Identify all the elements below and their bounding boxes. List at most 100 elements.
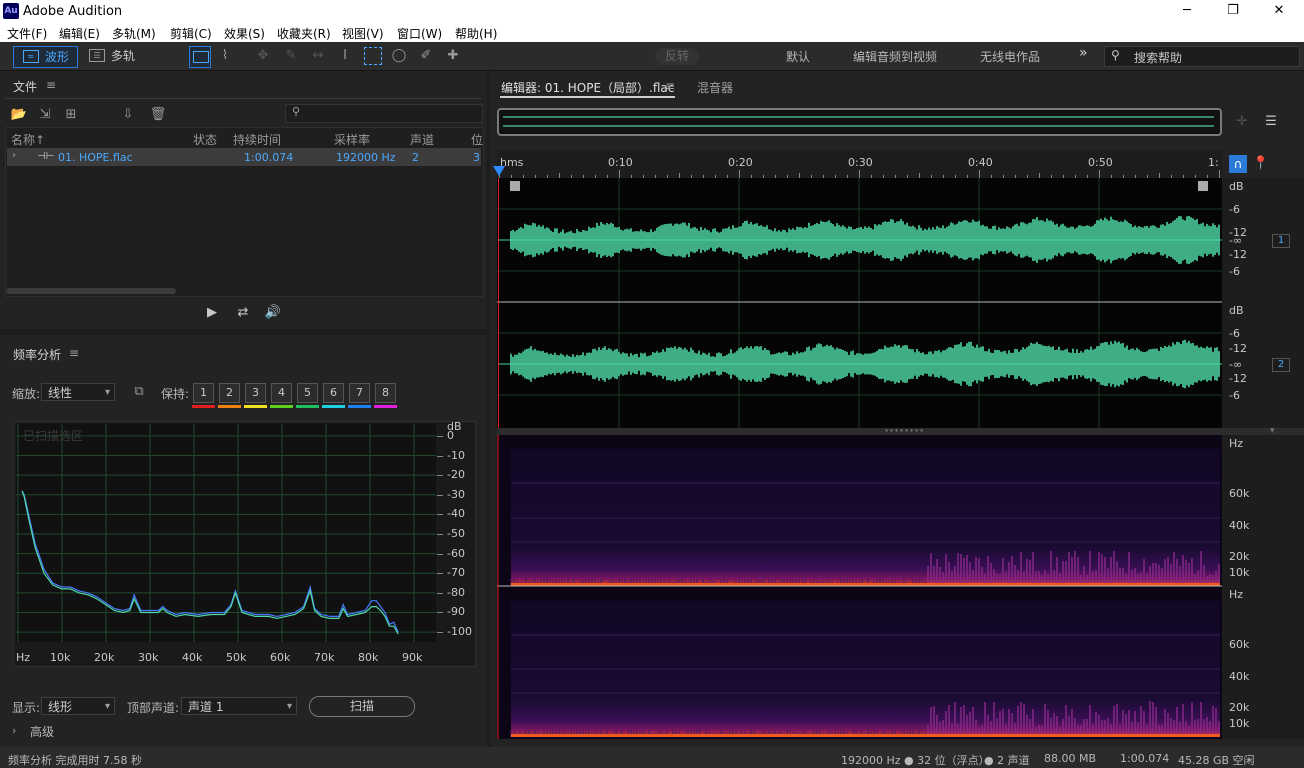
status-duration: 1:00.074: [1120, 752, 1170, 765]
expand-chevron-icon[interactable]: ›: [12, 150, 16, 161]
zoom-target-icon[interactable]: ✛: [1233, 113, 1251, 131]
hz-label-ch2: Hz: [1229, 588, 1244, 601]
overview-navigator[interactable]: [497, 108, 1222, 136]
maximize-button[interactable]: ❐: [1210, 0, 1256, 22]
playhead-marker-icon[interactable]: [493, 166, 505, 176]
reverse-button[interactable]: 反转: [655, 48, 699, 65]
panel-menu-icon[interactable]: ☰: [1262, 113, 1280, 131]
y-tick-label: -20: [447, 468, 465, 481]
hz-label-ch2: 10k: [1229, 717, 1250, 730]
hold-button-4[interactable]: 4: [271, 383, 292, 403]
slip-tool-icon[interactable]: ↔: [309, 47, 327, 65]
time-selection-tool-icon[interactable]: I: [336, 47, 354, 65]
hold-button-6[interactable]: 6: [323, 383, 344, 403]
search-input[interactable]: 搜索帮助: [1134, 49, 1182, 66]
y-tick-label: -80: [447, 586, 465, 599]
marquee-tool-icon[interactable]: [364, 47, 382, 65]
more-workspaces-button[interactable]: »: [1079, 45, 1088, 61]
y-tick-label: 0: [447, 429, 454, 442]
auto-play-icon[interactable]: 🔊: [264, 304, 282, 322]
workspace-radio-production[interactable]: 无线电作品: [980, 48, 1040, 65]
menu-favorites[interactable]: 收藏夹(R): [277, 25, 331, 42]
minimize-button[interactable]: ─: [1164, 0, 1210, 22]
y-tick-label: -60: [447, 547, 465, 560]
ruler-tick: [979, 170, 980, 178]
insert-multitrack-icon[interactable]: ⇩: [119, 106, 137, 124]
x-tick-label: 40k: [182, 651, 203, 664]
files-panel-menu-icon[interactable]: ≡: [46, 78, 56, 92]
workspace-edit-audio-to-video[interactable]: 编辑音频到视频: [853, 48, 937, 65]
menu-view[interactable]: 视图(V): [342, 25, 384, 42]
fade-in-handle-icon[interactable]: [510, 181, 520, 191]
frequency-analysis-menu-icon[interactable]: ≡: [69, 346, 79, 360]
waveform-display-toggle[interactable]: [189, 46, 211, 68]
import-file-icon[interactable]: ⇲: [36, 106, 54, 124]
move-tool-icon[interactable]: ✥: [254, 47, 272, 65]
column-bits[interactable]: 位: [471, 131, 483, 148]
y-tick-mark: [437, 632, 443, 633]
hold-color-bar-6: [322, 405, 345, 408]
loop-play-icon[interactable]: ⇄: [234, 304, 252, 322]
razor-tool-icon[interactable]: ✎: [282, 47, 300, 65]
close-button[interactable]: ✕: [1256, 0, 1302, 22]
hold-button-3[interactable]: 3: [245, 383, 266, 403]
zoom-select[interactable]: 线性 ▾: [41, 383, 115, 401]
brush-tool-icon[interactable]: ✐: [417, 47, 435, 65]
column-status[interactable]: 状态: [193, 131, 217, 148]
ruler-tick: [619, 170, 620, 178]
fade-out-handle-icon[interactable]: [1198, 181, 1208, 191]
lasso-tool-icon[interactable]: ◯: [390, 47, 408, 65]
healing-tool-icon[interactable]: ✚: [444, 47, 462, 65]
play-icon[interactable]: ▶: [203, 304, 221, 322]
workspace-default[interactable]: 默认: [786, 48, 810, 65]
hold-button-5[interactable]: 5: [297, 383, 318, 403]
menu-file[interactable]: 文件(F): [7, 25, 47, 42]
hz-label-ch2: 20k: [1229, 701, 1250, 714]
x-tick-label: 50k: [226, 651, 247, 664]
tab-editor[interactable]: 编辑器: 01. HOPE（局部）.flac: [501, 79, 674, 96]
delete-file-icon[interactable]: 🗑: [149, 106, 167, 124]
y-tick-mark: [437, 514, 443, 515]
editor-menu-icon[interactable]: ≡: [665, 79, 675, 93]
menu-window[interactable]: 窗口(W): [397, 25, 442, 42]
display-select[interactable]: 线形 ▾: [41, 697, 115, 715]
tab-mixer[interactable]: 混音器: [697, 79, 733, 96]
waveform-view-button[interactable]: ≈ 波形: [13, 46, 78, 68]
column-sample-rate[interactable]: 采样率: [334, 131, 370, 148]
y-tick-mark: [437, 456, 443, 457]
advanced-chevron-icon[interactable]: ›: [12, 724, 16, 737]
menu-help[interactable]: 帮助(H): [455, 25, 497, 42]
pin-icon[interactable]: 📍: [1252, 155, 1270, 173]
menu-multitrack[interactable]: 多轨(M): [112, 25, 156, 42]
hold-button-8[interactable]: 8: [375, 383, 396, 403]
hold-button-2[interactable]: 2: [219, 383, 240, 403]
help-search-box[interactable]: ⚲ 搜索帮助: [1104, 46, 1300, 67]
open-file-icon[interactable]: 📂: [10, 106, 28, 124]
scan-button[interactable]: 扫描: [309, 696, 415, 717]
menu-clip[interactable]: 剪辑(C): [170, 25, 212, 42]
advanced-label[interactable]: 高级: [30, 723, 54, 740]
column-name[interactable]: 名称↑: [11, 131, 45, 148]
snapshot-icon[interactable]: ⧉: [130, 383, 148, 401]
hold-button-1[interactable]: 1: [193, 383, 214, 403]
hold-button-7[interactable]: 7: [349, 383, 370, 403]
menu-edit[interactable]: 编辑(E): [59, 25, 100, 42]
column-channels[interactable]: 声道: [410, 131, 434, 148]
column-duration[interactable]: 持续时间: [233, 131, 281, 148]
x-tick-label: Hz: [16, 651, 31, 664]
x-tick-label: 70k: [314, 651, 335, 664]
menu-effects[interactable]: 效果(S): [224, 25, 265, 42]
top-channel-select[interactable]: 声道 1 ▾: [181, 697, 297, 715]
files-search-input[interactable]: ⚲: [285, 104, 483, 123]
spectral-display-icon[interactable]: ⌇: [216, 47, 234, 65]
hz-label-ch1: 10k: [1229, 566, 1250, 579]
multitrack-view-button[interactable]: ☰ 多轨: [86, 46, 149, 66]
snap-magnet-icon[interactable]: ∩: [1229, 155, 1247, 173]
file-sample-rate: 192000 Hz: [336, 151, 396, 164]
channel-2-badge[interactable]: 2: [1272, 358, 1290, 372]
frequency-ruler: [1222, 435, 1304, 739]
y-tick-mark: [437, 534, 443, 535]
channel-1-badge[interactable]: 1: [1272, 234, 1290, 248]
horizontal-scrollbar[interactable]: [6, 288, 176, 294]
new-file-icon[interactable]: ⊞: [62, 106, 80, 124]
